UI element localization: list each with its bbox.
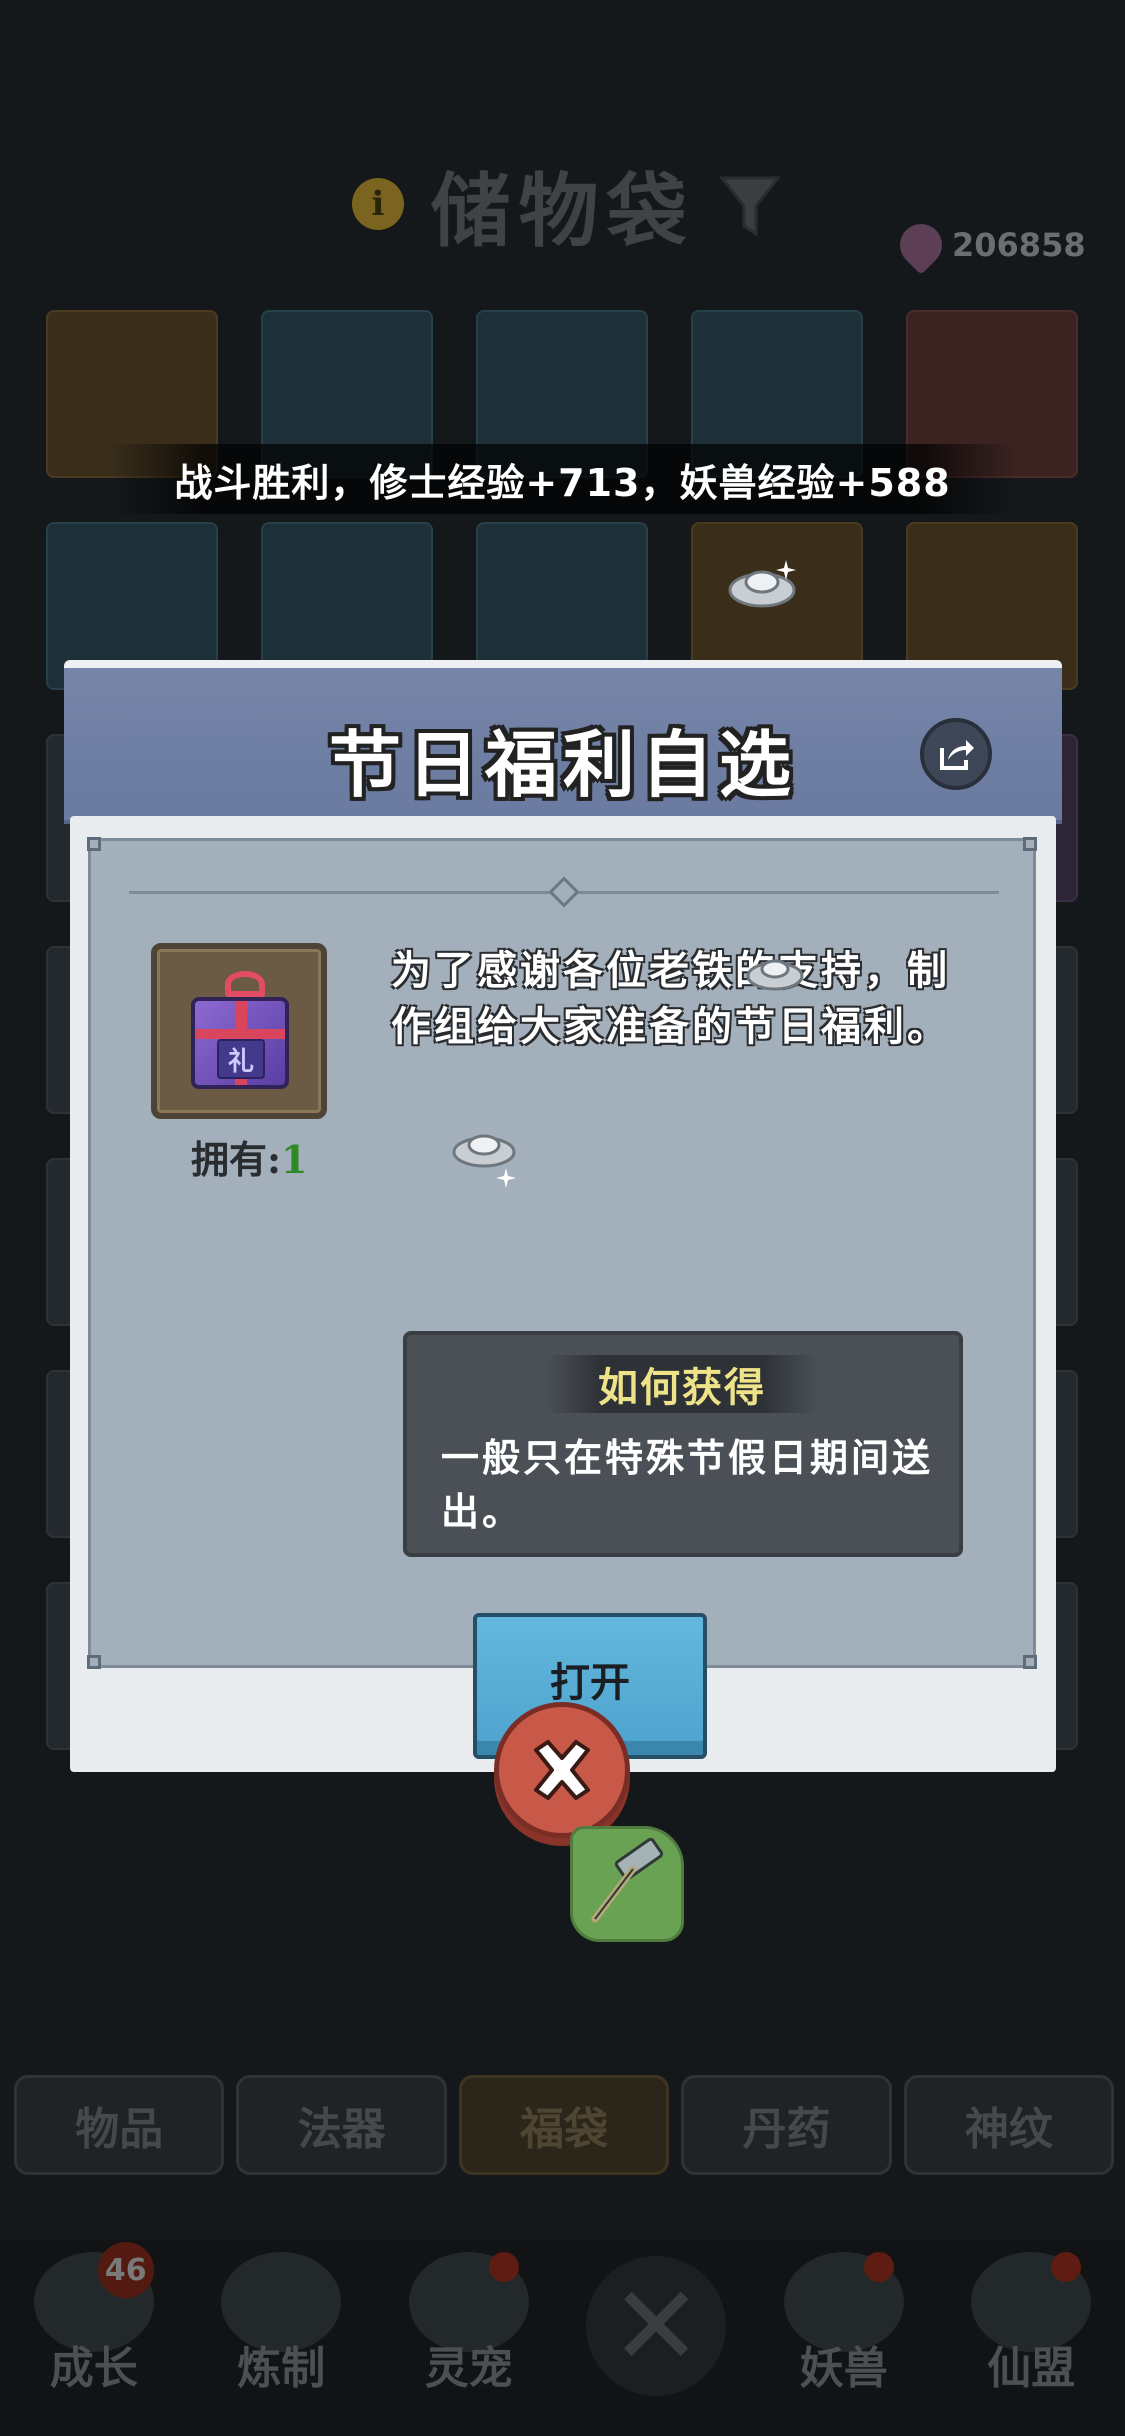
panel-corner bbox=[1023, 1655, 1037, 1669]
dialog-header: 节日福利自选 bbox=[64, 660, 1062, 820]
gift-box-icon: 礼 bbox=[191, 971, 289, 1089]
dialog-body: 礼 拥有:1 为了感谢各位老铁的支持，制作组给大家准备的节日福利。 如何获得 一… bbox=[70, 816, 1056, 1772]
how-to-obtain-text: 一般只在特殊节假日期间送出。 bbox=[441, 1435, 934, 1534]
nav-label: 成长 bbox=[49, 2343, 138, 2394]
content-panel: 礼 拥有:1 为了感谢各位老铁的支持，制作组给大家准备的节日福利。 如何获得 一… bbox=[87, 837, 1037, 1759]
tab-runes[interactable]: 神纹 bbox=[903, 2075, 1115, 2175]
hammer-scroll-icon bbox=[570, 1826, 684, 1942]
owned-value: 1 bbox=[281, 1137, 308, 1182]
nav-spirit-pet[interactable]: 灵宠 bbox=[379, 2252, 559, 2396]
tab-items[interactable]: 物品 bbox=[14, 2075, 225, 2175]
item-description: 为了感谢各位老铁的支持，制作组给大家准备的节日福利。 bbox=[391, 947, 950, 1050]
currency-display: 206858 bbox=[891, 215, 1086, 275]
festival-welfare-dialog: 节日福利自选 礼 拥有:1 为了感谢各位老铁的支持，制作组给大家准备的节日福利。… bbox=[64, 660, 1062, 1772]
panel-corner bbox=[87, 1655, 101, 1669]
how-to-obtain-title: 如何获得 bbox=[598, 1364, 766, 1411]
close-button[interactable] bbox=[494, 1702, 630, 1838]
tab-lucky-bags[interactable]: 福袋 bbox=[458, 2075, 670, 2175]
nav-label: 妖兽 bbox=[799, 2343, 888, 2394]
tab-artifacts[interactable]: 法器 bbox=[236, 2075, 447, 2175]
info-icon[interactable]: i bbox=[352, 178, 404, 230]
divider-ornament bbox=[548, 876, 580, 908]
nav-label: 炼制 bbox=[237, 2343, 326, 2394]
share-button[interactable] bbox=[920, 718, 992, 790]
nav-badge-dot bbox=[863, 2252, 894, 2282]
silver-ingot-icon bbox=[452, 1134, 516, 1188]
background-title: 储物袋 bbox=[430, 164, 695, 258]
nav-center-close[interactable]: ✕ bbox=[566, 2256, 746, 2396]
battle-result-toast: 战斗胜利，修士经验+713，妖兽经验+588 bbox=[110, 444, 1015, 514]
bottom-nav: 成长 46 炼制 灵宠 ✕ 妖兽 仙盟 bbox=[0, 2240, 1125, 2436]
owned-label: 拥有: bbox=[191, 1137, 282, 1182]
nav-label: 灵宠 bbox=[424, 2343, 513, 2394]
nav-badge-count: 46 bbox=[97, 2242, 154, 2298]
silver-ingot-icon bbox=[746, 959, 804, 991]
nav-alliance[interactable]: 仙盟 bbox=[941, 2252, 1121, 2396]
filter-icon[interactable] bbox=[718, 172, 782, 242]
nav-refine[interactable]: 炼制 bbox=[191, 2252, 371, 2396]
inventory-tabs: 物品 法器 福袋 丹药 神纹 bbox=[14, 2075, 1115, 2175]
owned-count: 拥有:1 bbox=[191, 1129, 307, 1184]
gift-label: 礼 bbox=[217, 1039, 265, 1079]
how-to-obtain-header: 如何获得 bbox=[547, 1355, 817, 1413]
nav-growth[interactable]: 成长 46 bbox=[4, 2242, 184, 2396]
panel-corner bbox=[87, 837, 101, 851]
gem-icon bbox=[891, 215, 951, 275]
dialog-title: 节日福利自选 bbox=[328, 722, 797, 807]
nav-badge-dot bbox=[488, 2252, 519, 2282]
close-icon bbox=[534, 1740, 590, 1800]
tab-pills[interactable]: 丹药 bbox=[681, 2075, 892, 2175]
nav-monster[interactable]: 妖兽 bbox=[754, 2252, 934, 2396]
share-icon bbox=[940, 740, 974, 770]
how-to-obtain-box: 如何获得 一般只在特殊节假日期间送出。 bbox=[403, 1331, 963, 1557]
currency-amount: 206858 bbox=[952, 226, 1086, 264]
nav-label: 仙盟 bbox=[987, 2343, 1076, 2394]
panel-corner bbox=[1023, 837, 1037, 851]
close-icon: ✕ bbox=[586, 2256, 727, 2396]
item-icon-frame: 礼 bbox=[151, 943, 327, 1119]
silver-ingot-icon bbox=[728, 560, 796, 608]
